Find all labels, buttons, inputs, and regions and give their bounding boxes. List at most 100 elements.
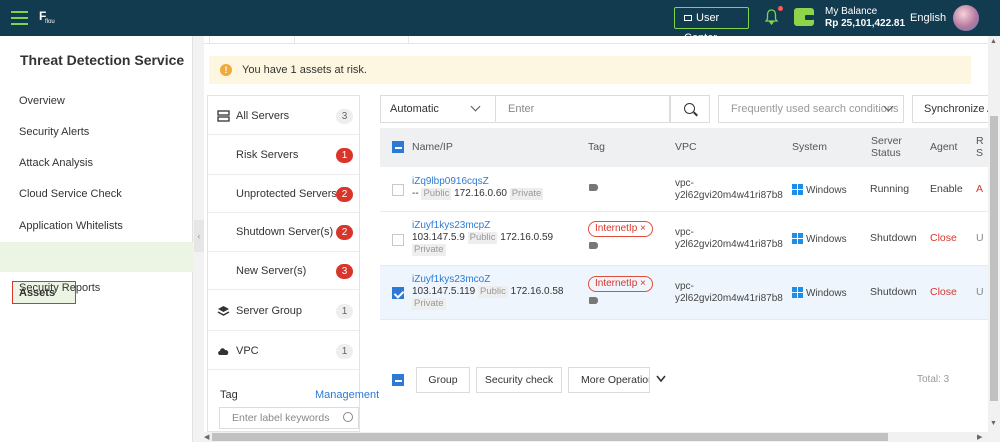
hamburger-menu-icon[interactable]: [11, 11, 28, 25]
vpc-prefix: vpc-: [675, 178, 694, 189]
instance-name-link[interactable]: iZuyf1kys23mcoZ: [412, 274, 563, 286]
top-navigation-bar: F flou User Center My Balance Rp 25,101,…: [0, 0, 1000, 44]
row-checkbox[interactable]: [392, 234, 404, 246]
sidebar-collapse-handle[interactable]: ‹: [194, 220, 204, 252]
col-server-status-line2: Status: [871, 147, 901, 159]
search-icon[interactable]: [343, 412, 353, 422]
instance-name-link[interactable]: iZq9lbp0916cqsZ: [412, 176, 543, 188]
count-badge: 3: [336, 264, 353, 279]
sidebar-active-highlight: [0, 242, 193, 272]
count-badge: 3: [336, 109, 353, 124]
public-label: Public: [467, 232, 498, 244]
vpc-cell: vpc-y2l62gvi20m4w41ri87b8: [675, 281, 783, 305]
balance-label: My Balance: [825, 6, 878, 17]
security-check-button[interactable]: Security check: [476, 367, 562, 393]
filter-unprotected-servers[interactable]: Unprotected Servers 2: [208, 175, 359, 213]
table-row[interactable]: iZq9lbp0916cqsZ -- Public 172.16.0.60 Pr…: [380, 167, 988, 212]
system-cell: Windows: [792, 287, 847, 299]
table-row[interactable]: iZuyf1kys23mcoZ 103.147.5.119 Public 172…: [380, 266, 988, 320]
vpc-id: y2l62gvi20m4w41ri87b8: [675, 293, 783, 304]
public-ip: 103.147.5.9: [412, 232, 465, 243]
search-button[interactable]: [670, 95, 710, 123]
sidebar-item-security-alerts[interactable]: Security Alerts: [19, 126, 89, 138]
balance-amount: Rp 25,101,422.81: [825, 18, 906, 29]
synchronize-button[interactable]: Synchronize A: [912, 95, 1000, 123]
select-all-checkbox[interactable]: [392, 141, 404, 153]
scroll-left-icon[interactable]: ◀: [204, 433, 209, 441]
sidebar-item-application-whitelists[interactable]: Application Whitelists: [19, 220, 123, 232]
vpc-cell: vpc-y2l62gvi20m4w41ri87b8: [675, 178, 783, 202]
cloud-icon: [218, 348, 229, 355]
sidebar-item-attack-analysis[interactable]: Attack Analysis: [19, 157, 93, 169]
filter-label: All Servers: [236, 110, 290, 122]
frequent-conditions-select[interactable]: Frequently used search conditions: [718, 95, 904, 123]
server-icon: [217, 110, 230, 122]
table-row[interactable]: iZuyf1kys23mcpZ 103.147.5.9 Public 172.1…: [380, 212, 988, 266]
logo[interactable]: F flou: [39, 9, 61, 27]
filter-label: Shutdown Server(s): [236, 226, 334, 238]
row-checkbox[interactable]: [392, 287, 404, 299]
vertical-scrollbar[interactable]: ▲ ▼: [988, 36, 1000, 432]
risk-status: A: [976, 183, 984, 195]
wallet-icon[interactable]: [794, 8, 814, 26]
vpc-id: y2l62gvi20m4w41ri87b8: [675, 239, 783, 250]
scroll-right-icon[interactable]: ▶: [977, 433, 982, 441]
tab-2[interactable]: [295, 36, 409, 44]
tag-chip-label: InternetIp: [595, 278, 638, 289]
total-count: Total: 3: [917, 374, 950, 385]
filter-all-servers[interactable]: All Servers 3: [208, 96, 359, 135]
tag-icon[interactable]: [589, 184, 598, 191]
tab-1[interactable]: [209, 36, 295, 44]
sidebar-item-security-reports[interactable]: Security Reports: [19, 282, 100, 294]
private-label: Private: [509, 188, 544, 200]
search-icon: [684, 103, 695, 114]
chevron-down-icon: [470, 101, 481, 112]
horizontal-scrollbar[interactable]: ◀ ▶: [204, 432, 988, 442]
balance-display[interactable]: My Balance Rp 25,101,422.81: [825, 6, 905, 30]
search-mode-select[interactable]: Automatic: [380, 95, 496, 123]
instance-name-link[interactable]: iZuyf1kys23mcpZ: [412, 220, 553, 232]
col-agent: Agent: [930, 141, 958, 153]
more-operations-button[interactable]: More Operations: [568, 367, 650, 393]
tag-chip-internetip[interactable]: InternetIp ×: [588, 221, 653, 237]
language-selector[interactable]: English: [910, 12, 946, 24]
tag-icon[interactable]: [589, 242, 598, 249]
system-name: Windows: [806, 234, 847, 245]
filter-label: Unprotected Servers: [236, 188, 337, 200]
filter-shutdown-servers[interactable]: Shutdown Server(s) 2: [208, 213, 359, 252]
avatar[interactable]: [953, 5, 979, 31]
agent-status: Close: [930, 232, 957, 244]
table-footer: Group Security check More Operations Tot…: [380, 359, 988, 399]
vertical-scrollbar-thumb[interactable]: [990, 116, 998, 401]
vpc-prefix: vpc-: [675, 227, 694, 238]
scroll-up-icon[interactable]: ▲: [990, 38, 997, 45]
scroll-down-icon[interactable]: ▼: [990, 420, 997, 427]
filter-vpc[interactable]: VPC 1: [208, 331, 359, 370]
close-icon[interactable]: ×: [640, 278, 646, 289]
filter-new-servers[interactable]: New Server(s) 3: [208, 252, 359, 290]
tag-chip-internetip[interactable]: InternetIp ×: [588, 276, 653, 292]
name-ip-cell: iZq9lbp0916cqsZ -- Public 172.16.0.60 Pr…: [412, 176, 544, 200]
count-badge: 1: [336, 148, 353, 163]
tag-management-link[interactable]: Management: [315, 389, 379, 401]
windows-icon: [792, 287, 803, 298]
filter-server-group[interactable]: Server Group 1: [208, 290, 359, 331]
tag-keyword-input[interactable]: Enter label keywords: [219, 407, 359, 429]
bell-icon[interactable]: [765, 9, 778, 25]
sidebar-item-cloud-service-check[interactable]: Cloud Service Check: [19, 188, 122, 200]
chevron-down-icon[interactable]: [656, 375, 666, 383]
user-center-button[interactable]: User Center: [674, 7, 749, 44]
col-risk-line1: R: [976, 135, 984, 147]
filter-risk-servers[interactable]: Risk Servers 1: [208, 135, 359, 175]
private-ip: 172.16.0.58: [510, 286, 564, 297]
group-button[interactable]: Group: [416, 367, 470, 393]
close-icon[interactable]: ×: [640, 223, 646, 234]
tag-icon[interactable]: [589, 297, 598, 304]
sidebar-item-overview[interactable]: Overview: [19, 95, 65, 107]
row-checkbox[interactable]: [392, 184, 404, 196]
footer-select-all-checkbox[interactable]: [392, 374, 404, 386]
public-ip: 103.147.5.119: [412, 286, 476, 297]
tab-strip: [204, 36, 988, 44]
search-input[interactable]: Enter: [496, 95, 670, 123]
horizontal-scrollbar-thumb[interactable]: [212, 433, 888, 441]
